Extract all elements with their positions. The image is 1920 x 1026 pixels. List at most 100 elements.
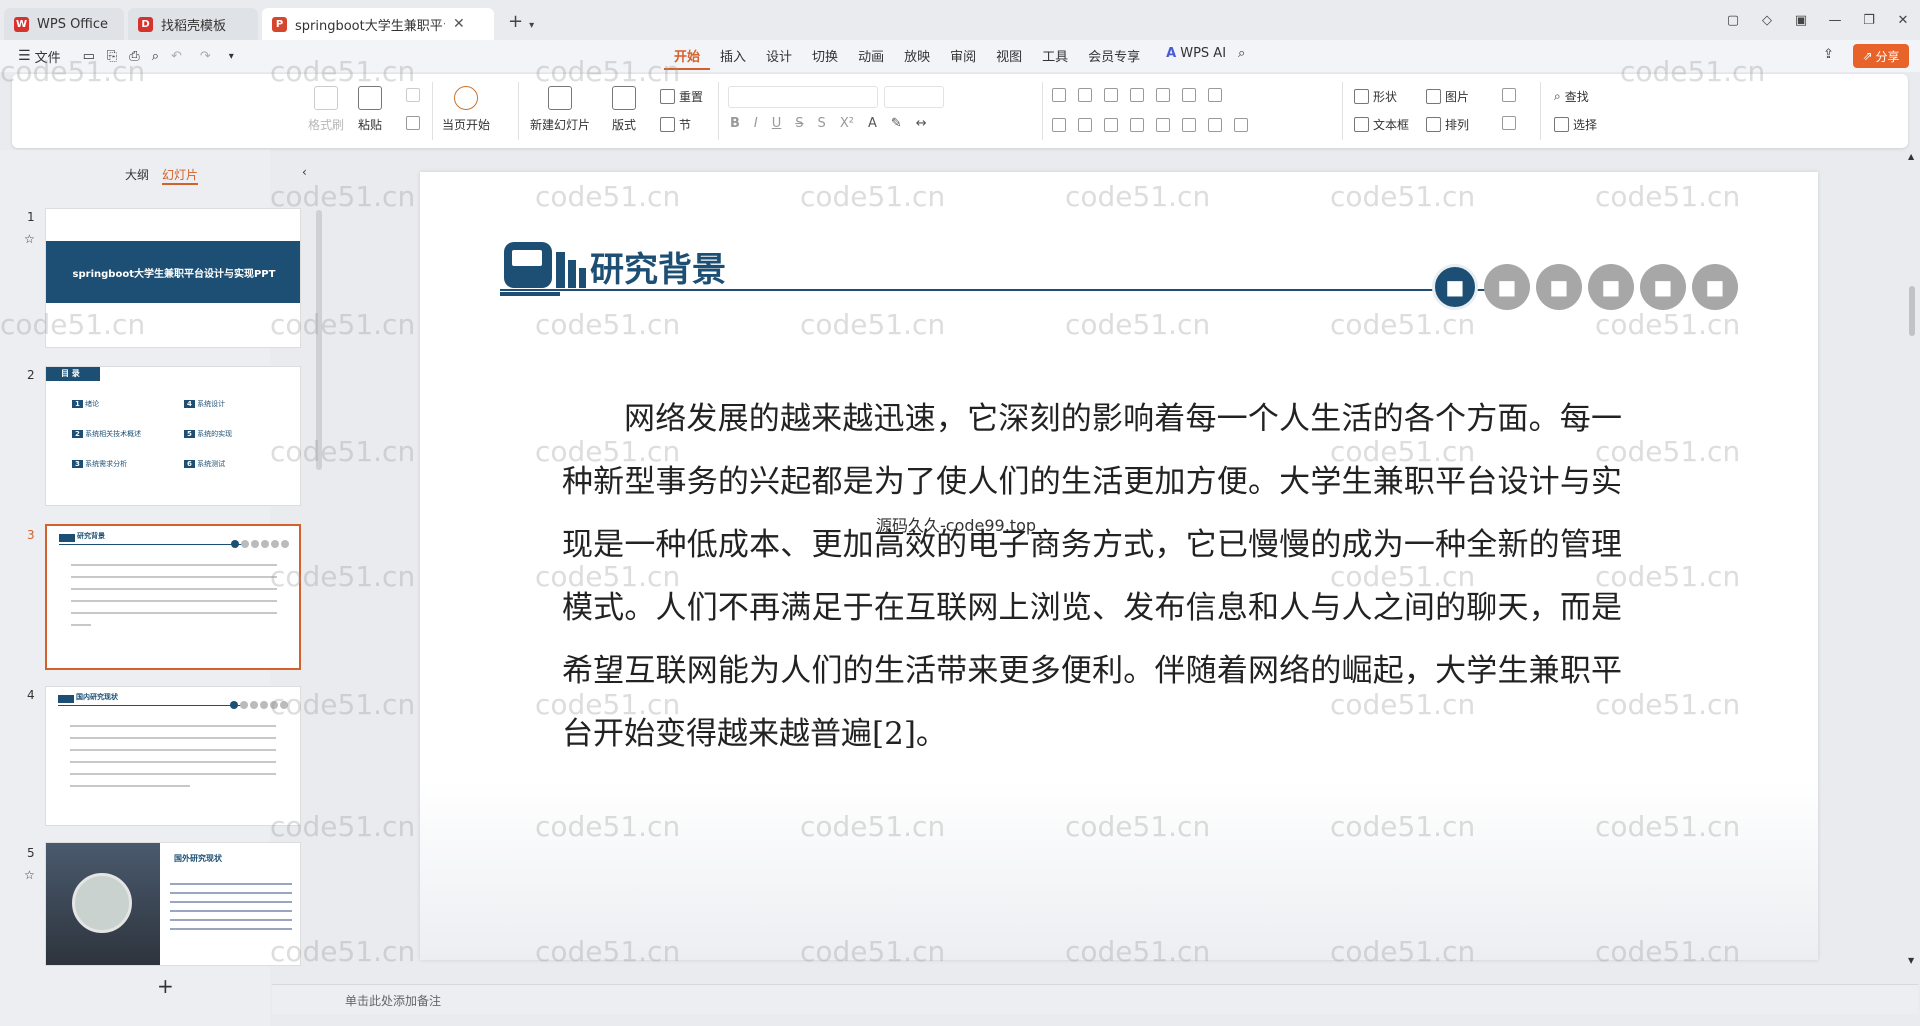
tab-animation[interactable]: 动画	[848, 46, 894, 70]
slide-title[interactable]: 研究背景	[590, 242, 726, 291]
file-menu[interactable]: 文件	[31, 47, 71, 66]
fill-icon[interactable]	[1502, 88, 1516, 102]
tab-view[interactable]: 视图	[986, 46, 1032, 70]
avatar[interactable]: ▣	[1784, 13, 1818, 28]
shadow-button[interactable]: S	[818, 116, 826, 131]
font-name-select[interactable]	[728, 86, 878, 108]
textbox-button[interactable]: 文本框	[1354, 116, 1409, 133]
export-icon[interactable]: ⎘	[107, 49, 117, 64]
play-from-current-button[interactable]: 当页开始	[442, 86, 490, 133]
shape-button[interactable]: 形状	[1354, 88, 1397, 105]
align-right-icon[interactable]	[1104, 118, 1118, 132]
line-height-icon[interactable]	[1208, 118, 1222, 132]
new-tab-icon[interactable]: +	[508, 11, 523, 32]
redo-icon[interactable]: ↷	[200, 49, 211, 64]
tab-design[interactable]: 设计	[756, 46, 802, 70]
tab-template[interactable]: D 找稻壳模板	[128, 8, 258, 40]
bullet-list-icon[interactable]	[1052, 88, 1066, 102]
italic-button[interactable]: I	[754, 116, 758, 131]
slide-thumbnail-2[interactable]: 目 录 1 绪论 2 系统相关技术概述 3 系统需求分析 4 系统设计 5 系统…	[45, 366, 301, 506]
tab-transition[interactable]: 切换	[802, 46, 848, 70]
star-icon[interactable]: ☆	[24, 868, 35, 882]
main-scrollbar[interactable]: ▲ ▼	[1906, 150, 1918, 976]
para-spacing-icon[interactable]	[1234, 118, 1248, 132]
slide-thumbnail-4[interactable]: 国内研究现状	[45, 686, 301, 826]
text-direction-icon[interactable]	[1156, 88, 1170, 102]
paragraph-spacing-icon[interactable]	[1208, 88, 1222, 102]
line-spacing-icon[interactable]	[1182, 88, 1196, 102]
close-window-icon[interactable]: ✕	[1886, 13, 1920, 28]
outline-icon[interactable]	[1502, 116, 1516, 130]
tab-presentation[interactable]: P springboot大学生兼职平台 ✕	[262, 8, 494, 40]
cube-icon[interactable]: ◇	[1750, 13, 1784, 28]
slide-thumbnail-1[interactable]: springboot大学生兼职平台设计与实现PPT	[45, 208, 301, 348]
tab-member[interactable]: 会员专享	[1078, 46, 1150, 70]
outdent-icon[interactable]	[1104, 88, 1118, 102]
arrange-button[interactable]: 排列	[1426, 116, 1469, 133]
cloud-upload-icon[interactable]: ⇪	[1823, 47, 1834, 62]
select-button[interactable]: 选择	[1554, 116, 1597, 133]
minimize-icon[interactable]: —	[1818, 13, 1852, 28]
tab-home[interactable]: 开始	[664, 46, 711, 70]
share-button[interactable]: ⇗ 分享	[1853, 44, 1909, 68]
cut-icon[interactable]	[406, 88, 420, 102]
underline-button[interactable]: U	[772, 116, 782, 131]
star-icon[interactable]: ☆	[24, 232, 35, 246]
search-icon[interactable]: ⌕	[1238, 46, 1245, 70]
align-left-icon[interactable]	[1052, 118, 1066, 132]
section-button[interactable]: 节	[660, 116, 691, 133]
indent-icon[interactable]	[1130, 88, 1144, 102]
layout-button[interactable]: 版式	[612, 86, 636, 133]
tab-tools[interactable]: 工具	[1032, 46, 1078, 70]
tab-insert[interactable]: 插入	[710, 46, 756, 70]
scroll-thumb[interactable]	[1909, 286, 1915, 336]
chevron-down-icon[interactable]: ▾	[229, 51, 234, 62]
scroll-up-icon[interactable]: ▲	[1908, 152, 1914, 161]
slide-canvas[interactable]: 研究背景 ■ ■ ■ ■ ■ ■ 网络发展的越来越迅速，它深刻的影响着每一个人生…	[420, 172, 1818, 960]
format-brush-button[interactable]: 格式刷	[308, 86, 344, 133]
picture-button[interactable]: 图片	[1426, 88, 1469, 105]
vertical-align-icon[interactable]	[1182, 118, 1196, 132]
strikethrough-button[interactable]: S	[795, 116, 803, 131]
slide-footer-decoration	[420, 780, 1818, 960]
layout-icon[interactable]: ▢	[1716, 13, 1750, 28]
font-size-select[interactable]	[884, 86, 944, 108]
tab-slides[interactable]: 幻灯片	[162, 166, 199, 185]
restore-icon[interactable]: ❐	[1852, 13, 1886, 28]
char-spacing-icon[interactable]: ↔	[916, 116, 927, 131]
save-icon[interactable]: ▭	[83, 49, 95, 64]
slide-thumbnail-5[interactable]: 国外研究现状	[45, 842, 301, 966]
find-button[interactable]: ⌕ 查找	[1554, 88, 1589, 105]
justify-icon[interactable]	[1130, 118, 1144, 132]
columns-icon[interactable]	[1156, 118, 1170, 132]
copy-icon[interactable]	[406, 116, 420, 130]
slide-thumbnail-3[interactable]: 研究背景	[45, 524, 301, 670]
font-color-icon[interactable]: A	[868, 116, 877, 131]
highlight-icon[interactable]: ✎	[891, 116, 902, 131]
scroll-down-icon[interactable]: ▼	[1908, 956, 1914, 965]
tab-wps-office[interactable]: W WPS Office	[4, 8, 124, 40]
preview-icon[interactable]: ⌕	[152, 49, 159, 64]
notes-pane[interactable]: 单击此处添加备注	[272, 984, 1918, 1014]
undo-icon[interactable]: ↶	[171, 49, 182, 64]
tab-slideshow[interactable]: 放映	[894, 46, 940, 70]
menu-icon[interactable]: ☰	[18, 48, 31, 64]
chevron-down-icon[interactable]: ▾	[529, 20, 534, 31]
new-slide-button[interactable]: 新建幻灯片	[530, 86, 590, 133]
number-list-icon[interactable]	[1078, 88, 1092, 102]
close-icon[interactable]: ✕	[453, 16, 465, 32]
divider	[1042, 82, 1043, 140]
tab-review[interactable]: 审阅	[940, 46, 986, 70]
add-slide-button[interactable]: +	[157, 974, 174, 998]
collapse-icon[interactable]: ‹	[302, 165, 307, 179]
body-paragraph[interactable]: 网络发展的越来越迅速，它深刻的影响着每一个人生活的各个方面。每一种新型事务的兴起…	[562, 388, 1622, 766]
print-icon[interactable]: ⎙	[129, 49, 139, 64]
paste-button[interactable]: 粘贴	[358, 86, 382, 133]
thumbnail-scrollbar[interactable]	[316, 210, 322, 470]
reset-button[interactable]: 重置	[660, 88, 703, 105]
wps-ai-button[interactable]: WPS AI	[1176, 46, 1236, 70]
tab-outline[interactable]: 大纲	[125, 166, 149, 183]
align-center-icon[interactable]	[1078, 118, 1092, 132]
bold-button[interactable]: B	[730, 116, 740, 131]
superscript-button[interactable]: X²	[840, 116, 854, 131]
